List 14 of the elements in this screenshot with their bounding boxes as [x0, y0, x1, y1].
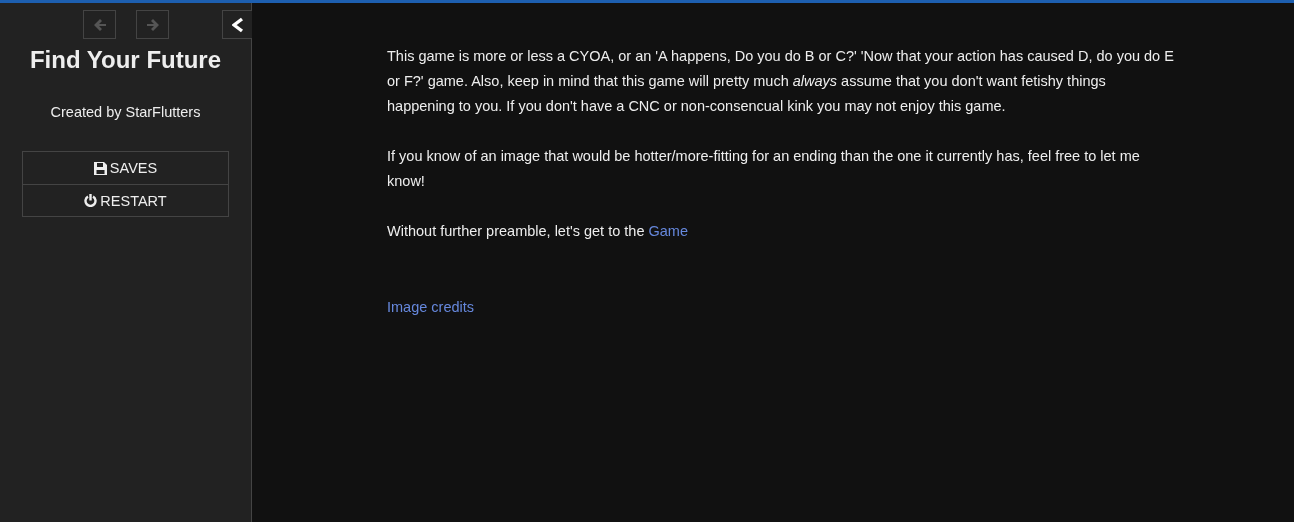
image-credits-link[interactable]: Image credits: [387, 299, 475, 315]
left-arrow-icon: [92, 17, 107, 32]
collapse-sidebar-button[interactable]: [222, 10, 252, 39]
author-credit: Created by StarFlutters: [50, 104, 201, 120]
right-arrow-icon: [145, 17, 160, 32]
chevron-left-icon: [231, 16, 244, 33]
power-icon: [84, 194, 98, 207]
paragraph: This game is more or less a CYOA, or an 'A happens, Do you do B or C?' 'Now that your action has caused D, do you do E or F?' game. Also, keep in mind that this game will pretty much always assume that you don't want fetishy things happening to you. If you don't have a CNC or non-consencual kink you may not enjoy this game.: [387, 47, 1175, 116]
game-link[interactable]: Game: [648, 223, 688, 239]
story-title: Find Your Future: [29, 47, 222, 73]
saves-button[interactable]: SAVES: [23, 152, 228, 184]
paragraph: If you know of an image that would be hotter/more-fitting for an ending than the one it currently has, feel free to let me know!: [387, 147, 1141, 191]
paragraph: Without further preamble, let's get to the Game: [387, 222, 689, 241]
restart-button[interactable]: RESTART: [23, 184, 228, 216]
